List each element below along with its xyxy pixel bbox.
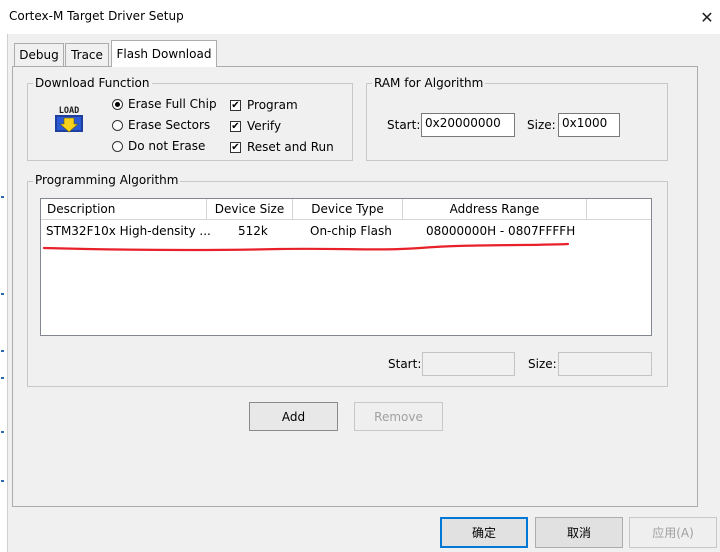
tab-trace[interactable]: Trace xyxy=(65,43,109,66)
cell-description: STM32F10x High-density ... xyxy=(46,224,211,238)
reset-and-run-checkbox[interactable]: ✔ xyxy=(230,142,241,153)
tab-flash-download[interactable]: Flash Download xyxy=(111,40,217,67)
edge-mark xyxy=(1,350,4,352)
edge-mark xyxy=(1,377,4,379)
reset-and-run-label[interactable]: Reset and Run xyxy=(247,140,334,154)
erase-full-chip-label[interactable]: Erase Full Chip xyxy=(128,97,217,111)
annotation-underline xyxy=(42,242,570,252)
algo-size-input[interactable] xyxy=(558,352,652,376)
edge-mark xyxy=(1,480,4,482)
title-bar: Cortex-M Target Driver Setup ✕ xyxy=(0,0,720,34)
load-icon: LOAD xyxy=(53,102,85,134)
erase-sectors-radio[interactable] xyxy=(112,120,123,131)
program-checkbox[interactable]: ✔ xyxy=(230,100,241,111)
ram-start-label: Start: xyxy=(387,118,421,132)
remove-button[interactable]: Remove xyxy=(354,402,443,431)
ok-button[interactable]: 确定 xyxy=(440,517,528,548)
do-not-erase-label[interactable]: Do not Erase xyxy=(128,139,205,153)
verify-checkbox[interactable]: ✔ xyxy=(230,121,241,132)
program-label[interactable]: Program xyxy=(247,98,298,112)
algorithm-list[interactable]: Description Device Size Device Type Addr… xyxy=(40,198,652,336)
column-header-empty xyxy=(587,199,651,220)
algo-start-input[interactable] xyxy=(422,352,515,376)
erase-full-chip-radio[interactable] xyxy=(112,99,123,110)
column-header-address-range[interactable]: Address Range xyxy=(403,199,587,220)
ram-for-algorithm-label: RAM for Algorithm xyxy=(372,76,486,90)
cell-address-range: 08000000H - 0807FFFFH xyxy=(426,224,576,238)
edge-mark xyxy=(1,196,4,198)
apply-button[interactable]: 应用(A) xyxy=(629,517,717,548)
programming-algorithm-label: Programming Algorithm xyxy=(33,173,181,187)
add-button[interactable]: Add xyxy=(249,402,338,431)
edge-mark xyxy=(1,293,4,295)
verify-label[interactable]: Verify xyxy=(247,119,281,133)
edge-mark xyxy=(1,431,4,433)
algo-size-label: Size: xyxy=(528,357,557,371)
close-icon[interactable]: ✕ xyxy=(696,4,718,30)
ram-size-input[interactable]: 0x1000 xyxy=(558,113,620,137)
cancel-button[interactable]: 取消 xyxy=(535,517,623,548)
column-header-device-type[interactable]: Device Type xyxy=(293,199,403,220)
load-icon-text: LOAD xyxy=(59,106,79,116)
column-header-description[interactable]: Description xyxy=(41,199,207,220)
cell-device-type: On-chip Flash xyxy=(310,224,392,238)
ram-size-label: Size: xyxy=(527,118,556,132)
ram-start-input[interactable]: 0x20000000 xyxy=(421,113,515,137)
cell-device-size: 512k xyxy=(238,224,268,238)
column-header-device-size[interactable]: Device Size xyxy=(207,199,293,220)
window-title: Cortex-M Target Driver Setup xyxy=(9,9,184,23)
erase-sectors-label[interactable]: Erase Sectors xyxy=(128,118,210,132)
tab-debug[interactable]: Debug xyxy=(14,43,64,66)
do-not-erase-radio[interactable] xyxy=(112,141,123,152)
download-function-label: Download Function xyxy=(33,76,152,90)
algo-start-label: Start: xyxy=(388,357,422,371)
